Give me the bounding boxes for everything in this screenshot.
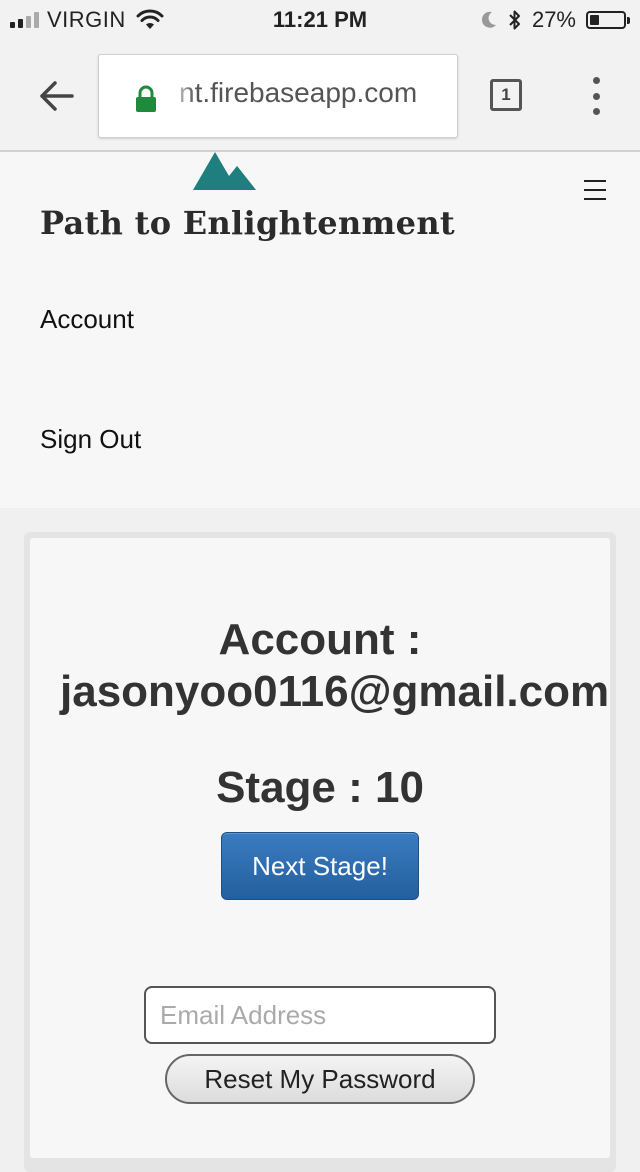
battery-fill (590, 15, 599, 25)
browser-menu-button[interactable] (586, 77, 606, 115)
tab-switcher-button[interactable]: 1 (490, 79, 522, 111)
account-heading: Account : (218, 615, 422, 664)
nav-link-account[interactable]: Account (40, 304, 134, 335)
browser-toolbar: nt.firebaseapp.com 1 (0, 40, 640, 152)
url-text: nt.firebaseapp.com (179, 77, 418, 108)
email-address-input[interactable] (144, 986, 496, 1044)
menu-dots-icon (592, 77, 600, 84)
lock-icon (136, 85, 156, 112)
bluetooth-icon (509, 10, 520, 30)
hamburger-icon[interactable] (584, 180, 606, 200)
status-right-group: 27% (480, 6, 630, 34)
battery-icon (586, 11, 630, 29)
moon-icon (481, 11, 496, 28)
mountain-logo-icon (193, 152, 256, 190)
next-stage-button[interactable]: Next Stage! (221, 832, 419, 900)
brand-title[interactable]: Path to Enlightenment (40, 204, 455, 242)
address-bar[interactable]: nt.firebaseapp.com (98, 54, 458, 138)
account-email: jasonyoo0116@gmail.com (60, 667, 610, 716)
battery-percent: 27% (531, 7, 576, 32)
url-fade (169, 55, 195, 137)
nav-link-sign-out[interactable]: Sign Out (40, 424, 141, 455)
reset-password-button[interactable]: Reset My Password (165, 1054, 475, 1104)
site-header: Path to Enlightenment Account Sign Out (0, 152, 640, 508)
back-button[interactable] (36, 78, 76, 114)
status-bar: VIRGIN 11:21 PM 27% (0, 0, 640, 40)
stage-indicator: Stage : 10 (216, 763, 424, 812)
back-arrow-icon (40, 81, 74, 111)
